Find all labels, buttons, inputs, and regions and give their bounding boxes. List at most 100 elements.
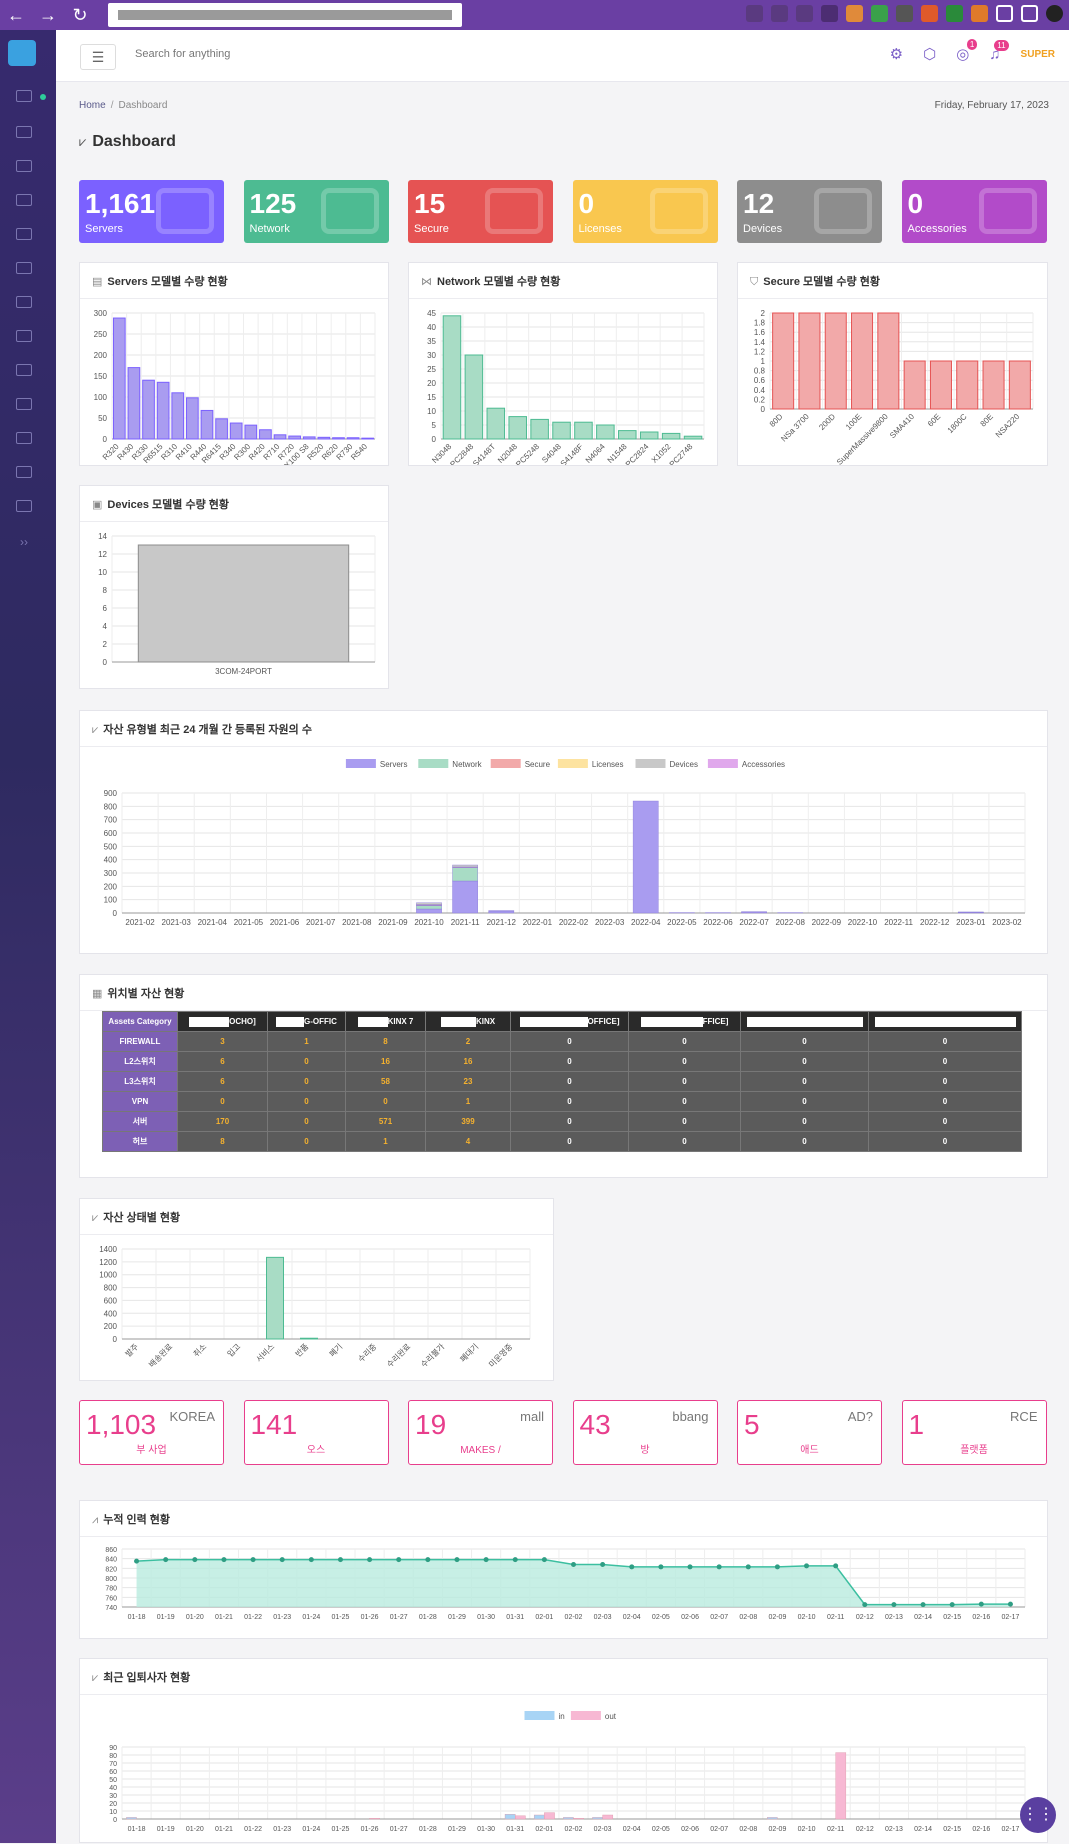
sidebar-list-icon[interactable] [16, 262, 32, 274]
headcount-value: 141 [251, 1409, 298, 1441]
sidebar-box-icon[interactable] [16, 126, 32, 138]
back-icon[interactable]: ← [0, 5, 32, 26]
x-tick-label: 02-15 [943, 1826, 961, 1833]
sidebar-database-icon[interactable] [16, 432, 32, 444]
y-tick-label: 200 [104, 882, 118, 891]
user-menu[interactable]: SUPER [1021, 49, 1055, 60]
cube-icon[interactable]: ⬡ [923, 45, 936, 63]
forward-icon[interactable]: → [32, 5, 64, 26]
bar [983, 361, 1004, 409]
table-cell: 0 [511, 1132, 629, 1152]
legend-label: Licenses [592, 760, 624, 769]
extension-icon[interactable] [946, 5, 963, 22]
stat-card-secure[interactable]: 15Secure [408, 180, 553, 243]
menu-toggle-button[interactable]: ☰ [80, 44, 116, 70]
x-tick-label: 01-22 [244, 1826, 262, 1833]
company-card[interactable]: 1RCE플랫폼 [902, 1400, 1047, 1465]
x-tick-label: 2021-05 [234, 918, 264, 927]
table-cell: 0 [869, 1092, 1022, 1112]
share-icon[interactable] [771, 5, 788, 22]
y-tick-label: 14 [98, 532, 107, 541]
y-tick-label: 40 [427, 323, 436, 332]
zoom-icon[interactable] [746, 5, 763, 22]
sidepanel-icon[interactable] [1021, 5, 1038, 22]
breadcrumb-home[interactable]: Home [79, 100, 106, 111]
sidebar-bank-icon[interactable] [16, 194, 32, 206]
table-cell: 0 [629, 1032, 741, 1052]
bar [489, 911, 514, 913]
company-card[interactable]: 141오스 [244, 1400, 389, 1465]
x-tick-label: 02-07 [710, 1614, 728, 1621]
sidebar-layers-icon[interactable] [16, 160, 32, 172]
y-tick-label: 30 [109, 1793, 117, 1800]
x-tick-label: PC2748 [668, 442, 695, 465]
stat-card-licenses[interactable]: 0Licenses [573, 180, 718, 243]
sidebar-chart-icon[interactable] [16, 466, 32, 478]
extension-icon[interactable] [821, 5, 838, 22]
table-cell: 16 [426, 1052, 511, 1072]
cookie-icon[interactable] [846, 5, 863, 22]
settings-icon[interactable]: ⚙ [890, 45, 903, 63]
stat-card-accessories[interactable]: 0Accessories [902, 180, 1047, 243]
page-title-text: Dashboard [92, 133, 176, 150]
company-card[interactable]: 43bbang방 [573, 1400, 718, 1465]
company-card[interactable]: 1,103KOREA부 사업 [79, 1400, 224, 1465]
bar [878, 313, 899, 409]
bar [619, 431, 637, 439]
table-cell: 1 [268, 1032, 346, 1052]
sidebar-gear-icon[interactable] [16, 364, 32, 376]
stat-value: 12 [743, 188, 774, 220]
sidebar-dashboard-icon[interactable] [16, 90, 32, 102]
x-tick-label: 02-11 [827, 1614, 844, 1621]
expand-sidebar-icon[interactable]: ›› [20, 535, 28, 549]
profile-avatar[interactable] [1046, 5, 1063, 22]
notification-badge: 11 [994, 40, 1008, 51]
sidebar-file-icon[interactable] [16, 500, 32, 512]
x-tick-label: 2022-11 [884, 918, 913, 927]
search-input[interactable]: Search for anything [135, 48, 230, 60]
app-logo[interactable] [8, 40, 36, 66]
table-cell: 0 [629, 1092, 741, 1112]
data-point [804, 1563, 809, 1568]
y-tick-label: 15 [427, 393, 436, 402]
data-point [309, 1557, 314, 1562]
star-icon[interactable] [796, 5, 813, 22]
table-row: FIREWALL31820000 [103, 1032, 1022, 1052]
x-tick-label: R540 [349, 442, 369, 462]
apps-grid-button[interactable]: ⋮⋮ [1020, 1797, 1056, 1833]
x-tick-label: 01-25 [332, 1614, 350, 1621]
x-tick-label: 02-12 [856, 1826, 874, 1833]
extension-icon[interactable] [896, 5, 913, 22]
company-card[interactable]: 5AD?애드 [737, 1400, 882, 1465]
table-header-cell: Assets Category [103, 1012, 178, 1032]
extension-icon[interactable] [921, 5, 938, 22]
bar [201, 410, 213, 439]
company-card[interactable]: 19mallMAKES / [408, 1400, 553, 1465]
stat-bg-icon [485, 188, 543, 234]
stat-card-servers[interactable]: 1,161Servers [79, 180, 224, 243]
sidebar-network-icon[interactable] [16, 296, 32, 308]
stat-card-network[interactable]: 125Network [244, 180, 389, 243]
stat-card-devices[interactable]: 12Devices [737, 180, 882, 243]
extension-icon[interactable] [871, 5, 888, 22]
y-tick-label: 600 [104, 1296, 118, 1305]
headcount-value: 1,103 [86, 1409, 156, 1441]
puzzle-icon[interactable] [996, 5, 1013, 22]
stat-label: Licenses [579, 223, 622, 235]
x-tick-label: S4148T [471, 442, 497, 465]
extension-icon[interactable] [971, 5, 988, 22]
sidebar-gears-icon[interactable] [16, 398, 32, 410]
stat-bg-icon [814, 188, 872, 234]
y-tick-label: 1400 [99, 1245, 117, 1254]
stat-bg-icon [321, 188, 379, 234]
y-tick-label: 90 [109, 1745, 117, 1752]
y-tick-label: 300 [94, 309, 108, 318]
reload-icon[interactable]: ↻ [64, 5, 96, 26]
sidebar-server-icon[interactable] [16, 228, 32, 240]
globe-icon[interactable]: ◎1 [956, 45, 969, 63]
legend-swatch [558, 759, 588, 768]
data-point [979, 1602, 984, 1607]
sidebar-doc-icon[interactable] [16, 330, 32, 342]
address-bar[interactable] [108, 3, 462, 27]
bell-icon[interactable]: ♫11 [989, 46, 1000, 63]
